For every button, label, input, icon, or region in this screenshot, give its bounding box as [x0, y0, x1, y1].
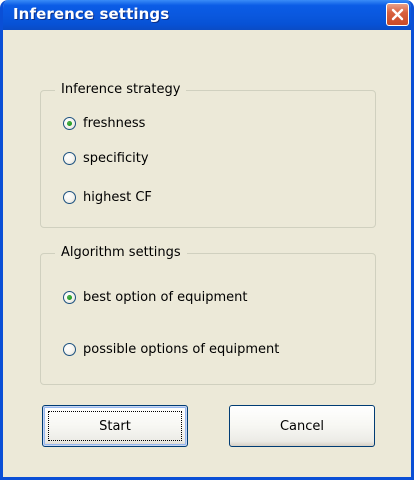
- radio-possible-options[interactable]: possible options of equipment: [63, 339, 279, 359]
- cancel-button[interactable]: Cancel: [229, 405, 375, 447]
- radio-unchecked-icon: [63, 342, 76, 356]
- radio-label: freshness: [83, 115, 146, 131]
- cancel-button-label: Cancel: [279, 418, 325, 434]
- start-button[interactable]: Start: [42, 405, 188, 447]
- radio-label: specificity: [83, 150, 149, 166]
- close-icon: [391, 8, 404, 21]
- radio-highest-cf[interactable]: highest CF: [63, 187, 152, 207]
- inference-strategy-group: Inference strategy freshness specificity…: [40, 81, 376, 228]
- radio-label: highest CF: [83, 189, 152, 205]
- radio-unchecked-icon: [63, 190, 76, 204]
- title-bar[interactable]: Inference settings: [3, 0, 411, 30]
- radio-label: possible options of equipment: [83, 341, 280, 357]
- radio-unchecked-icon: [63, 151, 76, 165]
- radio-freshness[interactable]: freshness: [63, 113, 145, 133]
- inference-strategy-label: Inference strategy: [55, 81, 187, 99]
- algorithm-settings-group: Algorithm settings best option of equipm…: [40, 244, 376, 385]
- radio-specificity[interactable]: specificity: [63, 148, 149, 168]
- algorithm-settings-label: Algorithm settings: [55, 244, 187, 262]
- dialog-title: Inference settings: [13, 5, 170, 23]
- radio-checked-icon: [63, 290, 76, 304]
- radio-best-option[interactable]: best option of equipment: [63, 287, 248, 307]
- radio-checked-icon: [63, 116, 76, 130]
- start-button-label: Start: [99, 418, 131, 434]
- close-button[interactable]: [386, 3, 409, 26]
- inference-settings-dialog: Inference settings Inference strategy fr…: [0, 0, 414, 480]
- radio-label: best option of equipment: [83, 289, 248, 305]
